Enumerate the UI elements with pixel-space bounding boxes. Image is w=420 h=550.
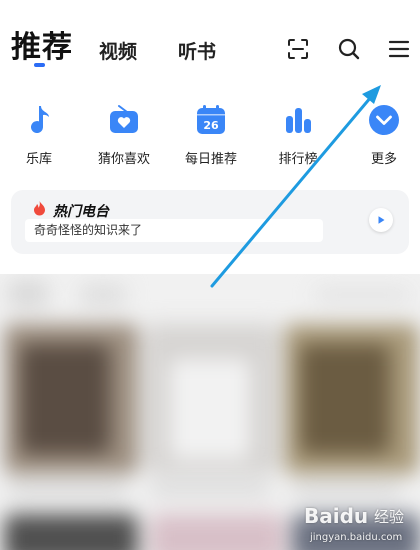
- flame-icon: [33, 200, 46, 220]
- search-icon[interactable]: [336, 36, 362, 62]
- scan-icon[interactable]: [285, 36, 311, 62]
- shortcut-charts[interactable]: 排行榜: [263, 103, 333, 167]
- tab-audiobook[interactable]: 听书: [178, 37, 216, 64]
- shortcut-label: 每日推荐: [184, 152, 237, 167]
- shortcut-music-library[interactable]: 乐库: [4, 103, 74, 167]
- calendar-date: 26: [203, 119, 219, 132]
- bar-chart-icon: [281, 103, 315, 137]
- tab-video[interactable]: 视频: [99, 37, 137, 64]
- baidu-jingyan-watermark: Baidu 经验 jingyan.baidu.com: [296, 496, 420, 550]
- shortcut-label: 猜你喜欢: [97, 152, 150, 167]
- chevron-down-icon: [367, 103, 401, 137]
- calendar-icon: 26: [194, 103, 228, 137]
- watermark-logo: Baidu: [304, 504, 369, 528]
- menu-icon[interactable]: [386, 36, 412, 62]
- tab-recommend[interactable]: 推荐: [11, 22, 73, 66]
- shortcut-guess-you-like[interactable]: 猜你喜欢: [89, 103, 159, 167]
- shortcut-daily-recommend[interactable]: 26 每日推荐: [176, 103, 246, 167]
- radio-heart-icon: [107, 103, 141, 137]
- watermark-logo-suffix: 经验: [374, 508, 405, 526]
- watermark-url: jingyan.baidu.com: [310, 532, 403, 543]
- shortcut-label: 更多: [370, 152, 397, 167]
- hot-radio-title: 热门电台: [53, 204, 109, 220]
- shortcut-label: 排行榜: [278, 152, 318, 167]
- play-icon[interactable]: [369, 208, 393, 232]
- hot-radio-subtitle[interactable]: 奇奇怪怪的知识来了: [25, 219, 323, 242]
- shortcut-label: 乐库: [25, 152, 52, 167]
- shortcut-more[interactable]: 更多: [349, 103, 419, 167]
- active-tab-indicator: [34, 63, 45, 67]
- top-bar: 推荐 视频 听书: [0, 0, 420, 80]
- music-note-icon: [22, 103, 56, 137]
